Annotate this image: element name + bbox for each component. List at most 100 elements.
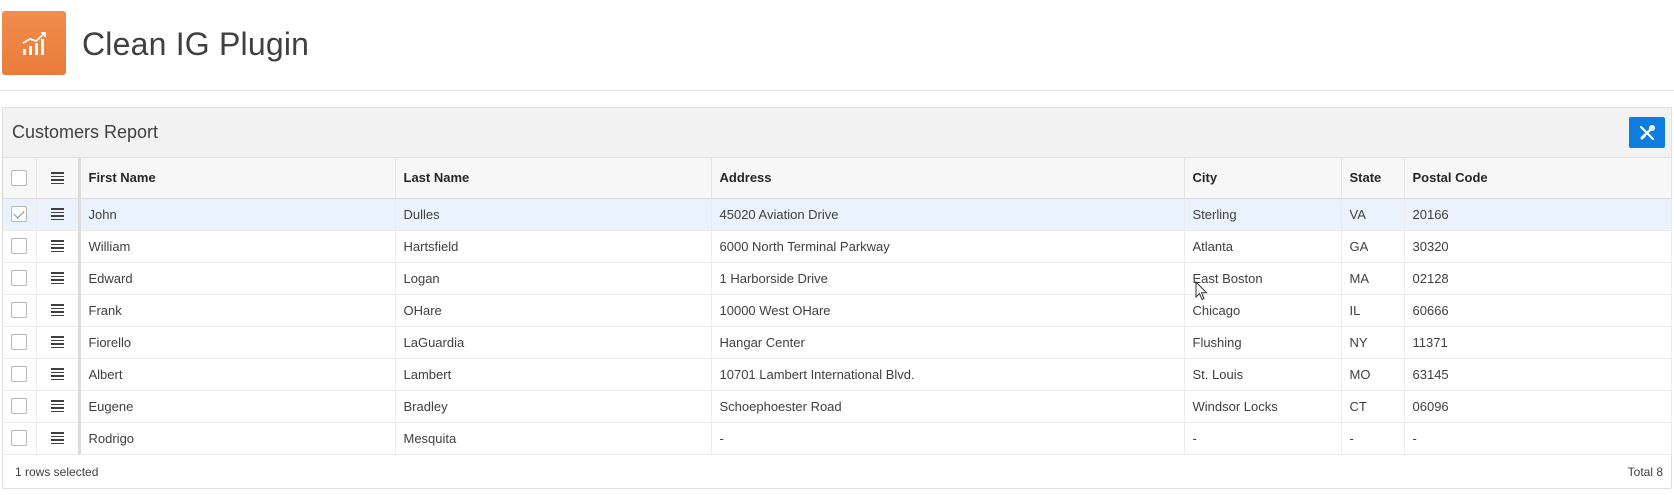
table-row[interactable]: Fiorello LaGuardia Hangar Center Flushing NY… — [3, 326, 1672, 359]
cell-first-name[interactable]: Rodrigo — [79, 422, 396, 455]
cell-city[interactable]: - — [1184, 422, 1342, 455]
column-header-state[interactable]: State — [1341, 158, 1405, 199]
customers-report-region: Customers Report First Name Last Name Ad… — [2, 107, 1672, 489]
cell-last-name[interactable]: Lambert — [395, 358, 712, 391]
cell-last-name[interactable]: Hartsfield — [395, 230, 712, 263]
row-select-checkbox[interactable] — [11, 430, 28, 447]
row-actions-cell[interactable] — [36, 326, 81, 359]
cell-first-name[interactable]: Eugene — [79, 390, 396, 423]
row-actions-cell[interactable] — [36, 230, 81, 263]
row-select-checkbox[interactable] — [11, 334, 28, 351]
cell-postal-code[interactable]: - — [1404, 422, 1672, 455]
row-actions-header[interactable] — [36, 158, 81, 199]
table-row[interactable]: Rodrigo Mesquita - - - - — [3, 422, 1672, 455]
cell-postal-code[interactable]: 06096 — [1404, 390, 1672, 423]
row-select-checkbox[interactable] — [11, 366, 28, 383]
row-select-cell[interactable] — [3, 294, 37, 327]
cell-state[interactable]: MO — [1341, 358, 1405, 391]
cell-postal-code[interactable]: 02128 — [1404, 262, 1672, 295]
cell-city[interactable]: St. Louis — [1184, 358, 1342, 391]
row-actions-cell[interactable] — [36, 390, 81, 423]
cell-first-name[interactable]: John — [79, 198, 396, 231]
row-select-checkbox[interactable] — [11, 270, 28, 287]
cell-state[interactable]: IL — [1341, 294, 1405, 327]
row-select-checkbox[interactable] — [11, 206, 28, 223]
cell-state[interactable]: GA — [1341, 230, 1405, 263]
cell-city[interactable]: Sterling — [1184, 198, 1342, 231]
cell-postal-code[interactable]: 60666 — [1404, 294, 1672, 327]
column-header-city[interactable]: City — [1184, 158, 1342, 199]
cell-first-name[interactable]: Frank — [79, 294, 396, 327]
select-all-checkbox[interactable] — [11, 170, 28, 187]
cell-city[interactable]: Atlanta — [1184, 230, 1342, 263]
cell-address[interactable]: Hangar Center — [711, 326, 1185, 359]
row-actions-cell[interactable] — [36, 422, 81, 455]
cell-first-name[interactable]: William — [79, 230, 396, 263]
table-row[interactable]: Edward Logan 1 Harborside Drive East Boston… — [3, 262, 1672, 295]
row-actions-menu-icon[interactable] — [50, 398, 64, 414]
row-actions-cell[interactable] — [36, 198, 81, 231]
row-select-cell[interactable] — [3, 422, 37, 455]
row-actions-menu-icon[interactable] — [50, 366, 64, 382]
row-actions-menu-icon[interactable] — [50, 334, 64, 350]
row-select-cell[interactable] — [3, 390, 37, 423]
cell-state[interactable]: NY — [1341, 326, 1405, 359]
row-actions-cell[interactable] — [36, 294, 81, 327]
actions-button[interactable] — [1629, 117, 1665, 148]
row-select-cell[interactable] — [3, 358, 37, 391]
menu-icon — [50, 170, 64, 186]
row-actions-menu-icon[interactable] — [50, 238, 64, 254]
row-select-checkbox[interactable] — [11, 238, 28, 255]
row-actions-menu-icon[interactable] — [50, 302, 64, 318]
cell-state[interactable]: - — [1341, 422, 1405, 455]
cell-address[interactable]: 1 Harborside Drive — [711, 262, 1185, 295]
cell-address[interactable]: 45020 Aviation Drive — [711, 198, 1185, 231]
cell-address[interactable]: Schoephoester Road — [711, 390, 1185, 423]
cell-postal-code[interactable]: 30320 — [1404, 230, 1672, 263]
row-actions-cell[interactable] — [36, 358, 81, 391]
table-row[interactable]: Frank OHare 10000 West OHare Chicago IL 60666 — [3, 294, 1672, 327]
row-select-cell[interactable] — [3, 198, 37, 231]
row-actions-cell[interactable] — [36, 262, 81, 295]
column-header-address[interactable]: Address — [711, 158, 1185, 199]
row-select-cell[interactable] — [3, 230, 37, 263]
cell-last-name[interactable]: Mesquita — [395, 422, 712, 455]
cell-city[interactable]: Flushing — [1184, 326, 1342, 359]
cell-last-name[interactable]: Bradley — [395, 390, 712, 423]
row-select-checkbox[interactable] — [11, 302, 28, 319]
cell-state[interactable]: CT — [1341, 390, 1405, 423]
cell-first-name[interactable]: Albert — [79, 358, 396, 391]
row-actions-menu-icon[interactable] — [50, 270, 64, 286]
cell-last-name[interactable]: LaGuardia — [395, 326, 712, 359]
cell-address[interactable]: - — [711, 422, 1185, 455]
table-row[interactable]: John Dulles 45020 Aviation Drive Sterling VA… — [3, 198, 1672, 231]
select-all-checkbox-cell[interactable] — [3, 158, 37, 199]
cell-first-name[interactable]: Edward — [79, 262, 396, 295]
row-select-cell[interactable] — [3, 326, 37, 359]
cell-postal-code[interactable]: 20166 — [1404, 198, 1672, 231]
row-actions-menu-icon[interactable] — [50, 206, 64, 222]
column-header-first-name[interactable]: First Name — [79, 158, 396, 199]
cell-city[interactable]: East Boston — [1184, 262, 1342, 295]
cell-last-name[interactable]: OHare — [395, 294, 712, 327]
column-header-postal-code[interactable]: Postal Code — [1404, 158, 1672, 199]
cell-address[interactable]: 10701 Lambert International Blvd. — [711, 358, 1185, 391]
cell-postal-code[interactable]: 11371 — [1404, 326, 1672, 359]
cell-city[interactable]: Chicago — [1184, 294, 1342, 327]
table-row[interactable]: Albert Lambert 10701 Lambert International… — [3, 358, 1672, 391]
row-actions-menu-icon[interactable] — [50, 430, 64, 446]
cell-address[interactable]: 6000 North Terminal Parkway — [711, 230, 1185, 263]
cell-city[interactable]: Windsor Locks — [1184, 390, 1342, 423]
cell-last-name[interactable]: Logan — [395, 262, 712, 295]
cell-state[interactable]: VA — [1341, 198, 1405, 231]
cell-first-name[interactable]: Fiorello — [79, 326, 396, 359]
row-select-checkbox[interactable] — [11, 398, 28, 415]
cell-postal-code[interactable]: 63145 — [1404, 358, 1672, 391]
cell-address[interactable]: 10000 West OHare — [711, 294, 1185, 327]
column-header-last-name[interactable]: Last Name — [395, 158, 712, 199]
row-select-cell[interactable] — [3, 262, 37, 295]
table-row[interactable]: Eugene Bradley Schoephoester Road Windsor L… — [3, 390, 1672, 423]
cell-last-name[interactable]: Dulles — [395, 198, 712, 231]
cell-state[interactable]: MA — [1341, 262, 1405, 295]
table-row[interactable]: William Hartsfield 6000 North Terminal Par… — [3, 230, 1672, 263]
